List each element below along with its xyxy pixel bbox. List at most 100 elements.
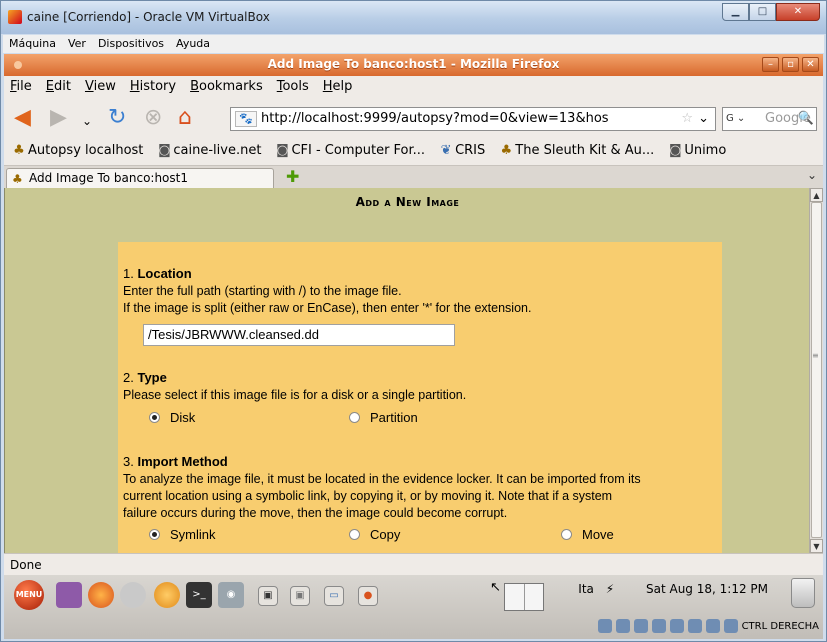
new-tab-icon[interactable]: ✚	[286, 167, 299, 186]
trash-icon[interactable]	[791, 578, 815, 608]
disk-icon[interactable]	[597, 619, 612, 633]
home-icon[interactable]: ⌂	[178, 107, 192, 129]
menu-edit[interactable]: Edit	[46, 76, 71, 98]
image-path-input[interactable]: /Tesis/JBRWWW.cleansed.dd	[143, 324, 455, 346]
menu-view[interactable]: View	[85, 76, 116, 98]
host-key-label: CTRL DERECHA	[741, 620, 819, 632]
search-icon[interactable]: 🔍	[795, 108, 817, 130]
bookmarks-toolbar: ♣ Autopsy localhost ◙ caine-live.net ◙ CFI …	[4, 136, 823, 166]
maximize-button[interactable]: □	[749, 3, 776, 21]
radio-partition[interactable]: Partition	[349, 410, 418, 425]
radio-circle[interactable]	[349, 412, 360, 423]
scroll-down-arrow-icon[interactable]: ▼	[810, 539, 823, 553]
bookmark-item[interactable]: ♣ Autopsy localhost	[12, 136, 143, 165]
reload-icon[interactable]: ↻	[108, 107, 126, 129]
bookmark-item[interactable]: ◙ Unimo	[668, 136, 726, 165]
url-bar[interactable]: 🐾 http://localhost:9999/autopsy?mod=0&vi…	[230, 107, 716, 131]
radio-disk[interactable]: Disk	[149, 410, 195, 425]
cd-icon[interactable]	[615, 619, 630, 633]
radio-circle[interactable]	[149, 529, 160, 540]
network-plug-icon[interactable]: ⚡	[606, 582, 614, 596]
menu-dispositivos[interactable]: Dispositivos	[98, 35, 164, 53]
tab-add-image[interactable]: ♣ Add Image To banco:host1	[6, 168, 274, 188]
cris-icon: ❦	[440, 143, 452, 158]
virtualbox-menubar: Máquina Ver Dispositivos Ayuda	[3, 35, 824, 53]
site-identity-icon[interactable]: 🐾	[235, 111, 257, 127]
autopsy-icon: ♣	[13, 143, 25, 158]
taskbar-terminal-window-icon[interactable]: ▣	[258, 586, 278, 606]
taskbar-firefox-window-icon[interactable]: ●	[358, 586, 378, 606]
scroll-thumb[interactable]	[811, 202, 822, 538]
shared-folder-icon[interactable]	[669, 619, 684, 633]
taskbar-window-icon[interactable]: ▣	[290, 586, 310, 606]
forward-arrow-icon[interactable]: ▶	[50, 107, 67, 129]
url-text: http://localhost:9999/autopsy?mod=0&view…	[261, 111, 609, 126]
bookmark-label: CRIS	[455, 143, 486, 158]
vertical-scrollbar[interactable]: ▲ ≡ ▼	[809, 188, 823, 553]
firefox-close-button[interactable]: ✕	[802, 57, 819, 72]
bookmark-star-icon[interactable]: ☆	[681, 108, 693, 130]
bookmark-item[interactable]: ❦ CRIS	[439, 136, 486, 165]
history-dropdown-icon[interactable]: ⌄	[82, 110, 92, 132]
scroll-up-arrow-icon[interactable]: ▲	[810, 188, 823, 202]
import-help-1: To analyze the image file, it must be lo…	[123, 472, 641, 486]
radio-symlink[interactable]: Symlink	[149, 527, 216, 542]
search-bar[interactable]: G ⌄ Google 🔍	[722, 107, 817, 131]
bookmark-item[interactable]: ♣ The Sleuth Kit & Au...	[499, 136, 654, 165]
type-help: Please select if this image file is for …	[123, 388, 467, 402]
camera-icon[interactable]: ◉	[218, 582, 244, 608]
page-content: Add a New Image 1. Location Enter the fu…	[4, 188, 809, 553]
menu-tools[interactable]: Tools	[277, 76, 309, 98]
radio-label: Disk	[170, 410, 196, 425]
tab-label: Add Image To banco:host1	[29, 171, 188, 185]
stop-icon[interactable]: ⊗	[144, 107, 162, 129]
close-button[interactable]: ✕	[776, 3, 820, 21]
firefox-icon[interactable]	[88, 582, 114, 608]
import-help-3: failure occurs during the move, then the…	[123, 506, 508, 520]
usb-icon[interactable]	[633, 619, 648, 633]
menu-file[interactable]: File	[10, 76, 32, 98]
keyboard-layout[interactable]: Ita	[578, 582, 594, 596]
section-heading: Location	[137, 266, 192, 281]
radio-circle[interactable]	[349, 529, 360, 540]
bookmark-item[interactable]: ◙ CFI - Computer For...	[275, 136, 425, 165]
mouse-integration-icon[interactable]	[705, 619, 720, 633]
window-list-icon[interactable]	[56, 582, 82, 608]
settings-gears-icon[interactable]	[120, 582, 146, 608]
network-icon[interactable]	[651, 619, 666, 633]
menu-help[interactable]: Help	[323, 76, 353, 98]
section-heading: Type	[137, 370, 167, 385]
radio-copy[interactable]: Copy	[349, 527, 400, 542]
menu-maquina[interactable]: Máquina	[9, 35, 56, 53]
tab-list-chevron-icon[interactable]: ⌄	[807, 168, 817, 182]
terminal-icon[interactable]: >_	[186, 582, 212, 608]
bookmark-item[interactable]: ◙ caine-live.net	[157, 136, 261, 165]
page-icon: ◙	[276, 143, 289, 158]
firefox-titlebar[interactable]: Add Image To banco:host1 - Mozilla Firef…	[4, 54, 823, 76]
keyboard-capture-icon[interactable]	[723, 619, 738, 633]
autopsy-icon: ♣	[500, 143, 513, 158]
menu-ver[interactable]: Ver	[68, 35, 86, 53]
clock[interactable]: Sat Aug 18, 1:12 PM	[646, 582, 768, 596]
workspace-switcher[interactable]	[504, 583, 544, 611]
back-arrow-icon[interactable]: ◀	[14, 107, 31, 129]
firefox-minimize-button[interactable]: –	[762, 57, 779, 72]
location-help-2: If the image is split (either raw or EnC…	[123, 301, 532, 315]
url-dropdown-icon[interactable]: ⌄	[698, 108, 709, 130]
menu-bookmarks[interactable]: Bookmarks	[190, 76, 263, 98]
bookmark-label: Unimo	[684, 143, 727, 158]
radio-circle[interactable]	[149, 412, 160, 423]
menu-ayuda[interactable]: Ayuda	[176, 35, 210, 53]
radio-move[interactable]: Move	[561, 527, 614, 542]
radio-circle[interactable]	[561, 529, 572, 540]
firefox-maximize-button[interactable]: ▫	[782, 57, 799, 72]
minimize-button[interactable]: ▁	[722, 3, 749, 21]
search-engine-icon[interactable]: G ⌄	[726, 111, 752, 127]
display-icon[interactable]	[687, 619, 702, 633]
virtualbox-titlebar[interactable]: caine [Corriendo] - Oracle VM VirtualBox…	[1, 1, 826, 34]
menu-history[interactable]: History	[130, 76, 176, 98]
file-manager-icon[interactable]	[154, 582, 180, 608]
taskbar-blank-window-icon[interactable]: ▭	[324, 586, 344, 606]
menu-button[interactable]: MENU	[14, 580, 44, 610]
guest-taskbar: MENU >_ ◉ ▣ ▣ ▭ ● ↖ Ita ⚡ Sat Aug 18, 1:…	[4, 575, 823, 639]
